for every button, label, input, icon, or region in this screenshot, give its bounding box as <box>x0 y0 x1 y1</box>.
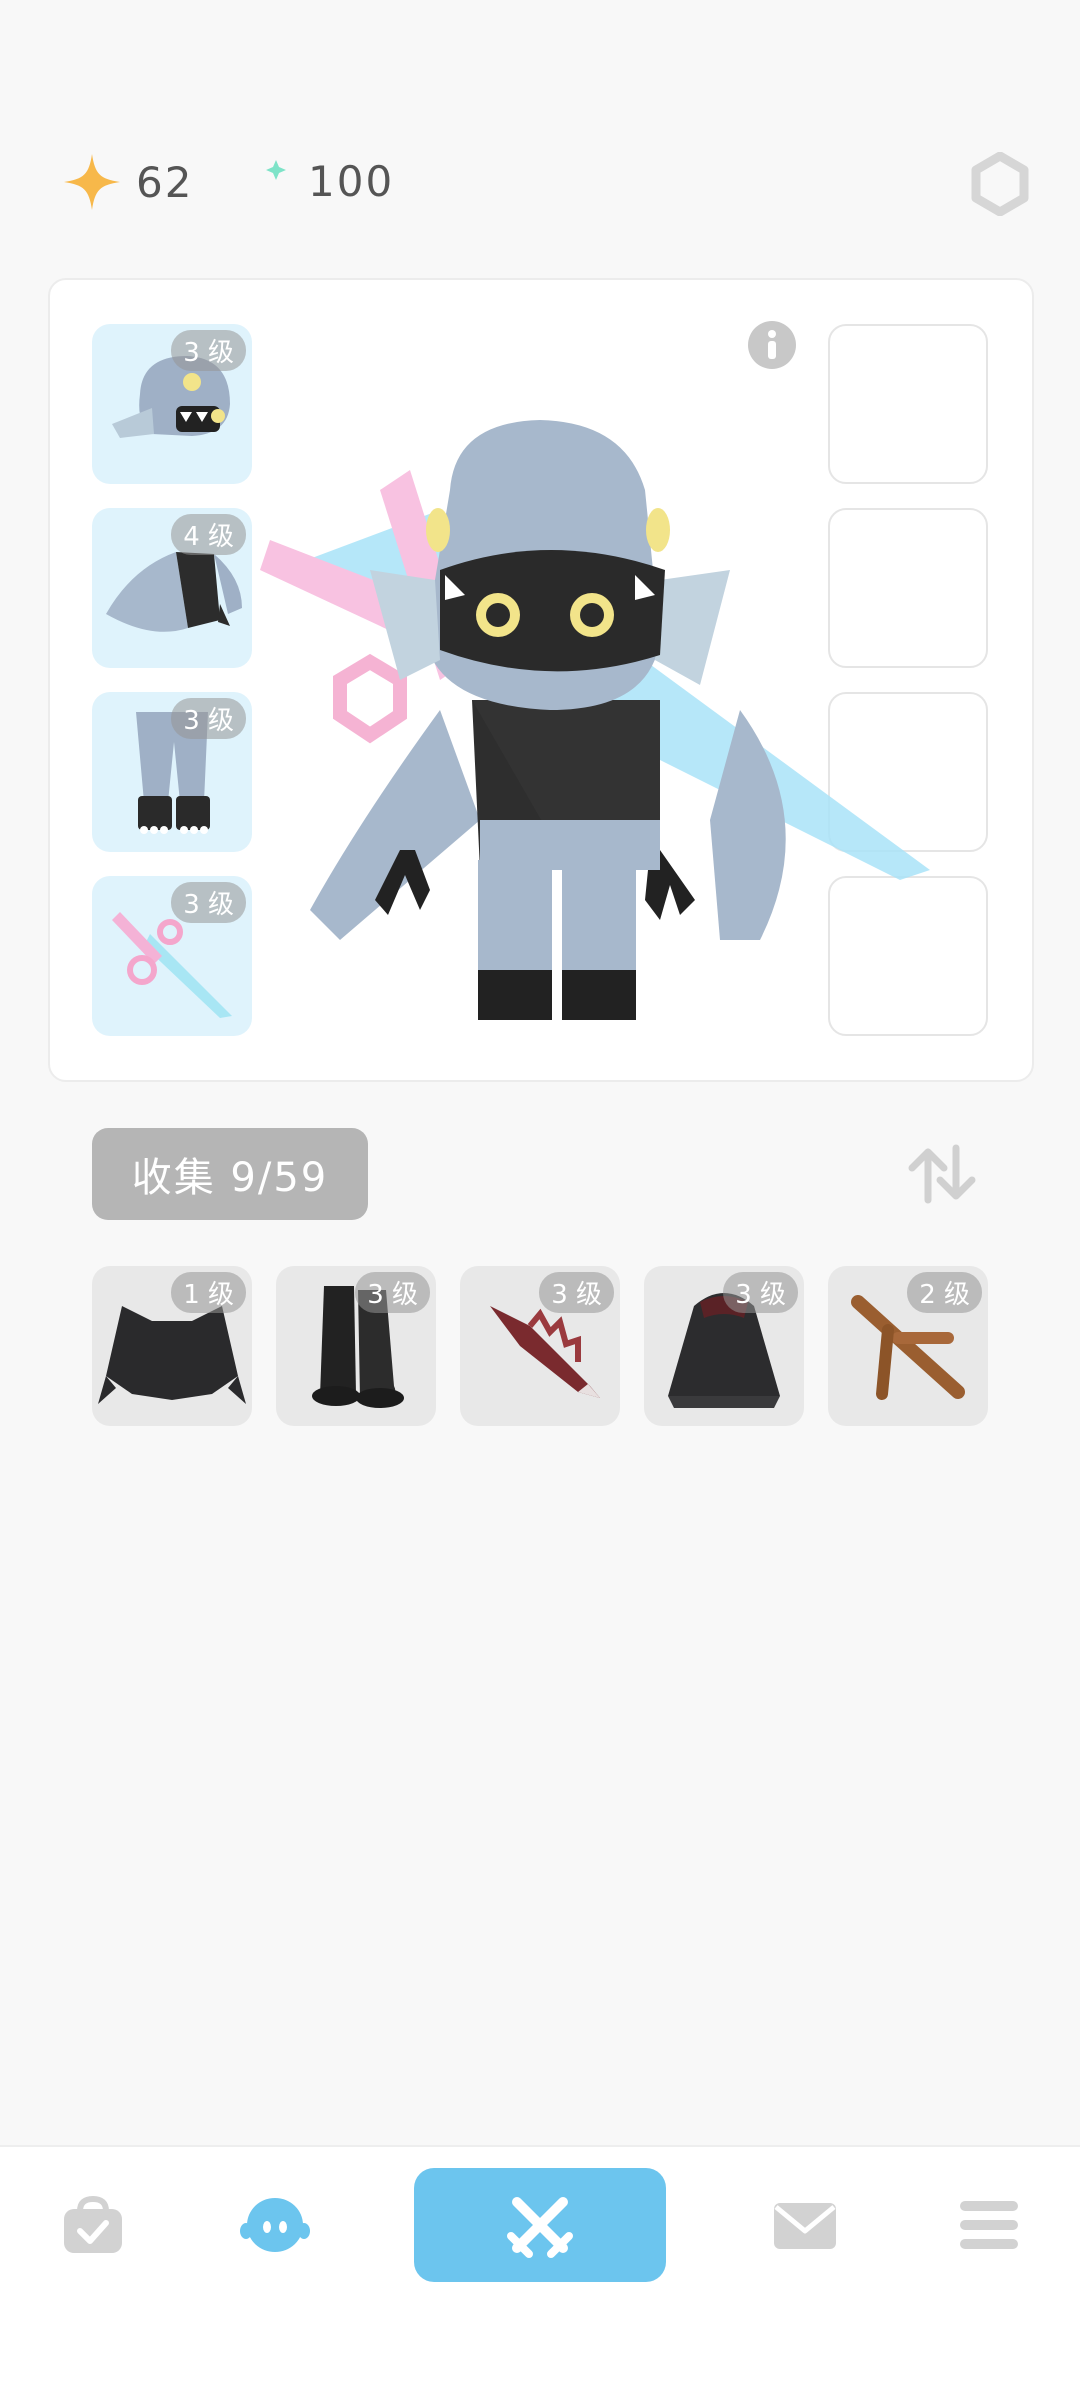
collection-item[interactable]: 3 级 <box>460 1266 620 1426</box>
battle-button[interactable] <box>414 2168 666 2282</box>
slot-level-badge: 4 级 <box>171 514 246 555</box>
info-icon[interactable] <box>747 320 797 370</box>
menu-icon[interactable] <box>954 2195 1024 2255</box>
equip-slot-sword[interactable]: 3 级 <box>92 876 252 1036</box>
item-level-badge: 3 级 <box>355 1272 430 1313</box>
collection-button[interactable]: 收集 9/59 <box>92 1128 368 1220</box>
battle-swords-icon <box>507 2197 573 2258</box>
character-icon[interactable] <box>240 2195 310 2255</box>
moon-icon <box>242 156 286 206</box>
collection-item[interactable]: 3 级 <box>644 1266 804 1426</box>
item-level-badge: 1 级 <box>171 1272 246 1313</box>
moon-count: 100 <box>308 156 395 206</box>
collection-item[interactable]: 3 级 <box>276 1266 436 1426</box>
item-level-badge: 3 级 <box>539 1272 614 1313</box>
shop-bag-icon[interactable] <box>58 2195 128 2255</box>
slot-level-badge: 3 级 <box>171 882 246 923</box>
equip-slot-pants[interactable]: 3 级 <box>92 692 252 852</box>
mail-icon[interactable] <box>770 2195 840 2255</box>
item-level-badge: 2 级 <box>907 1272 982 1313</box>
star-currency: 62 <box>62 152 193 212</box>
character-preview[interactable] <box>240 400 960 1040</box>
equip-slot-helmet[interactable]: 3 级 <box>92 324 252 484</box>
sort-icon[interactable] <box>906 1144 978 1204</box>
star-icon <box>64 154 120 210</box>
slot-level-badge: 3 级 <box>171 698 246 739</box>
slot-level-badge: 3 级 <box>171 330 246 371</box>
collection-item[interactable]: 1 级 <box>92 1266 252 1426</box>
settings-hexagon-icon[interactable] <box>968 152 1032 216</box>
collection-item[interactable]: 2 级 <box>828 1266 988 1426</box>
item-level-badge: 3 级 <box>723 1272 798 1313</box>
star-count: 62 <box>136 157 194 207</box>
equip-slot-armor[interactable]: 4 级 <box>92 508 252 668</box>
moon-currency: 100 <box>236 152 394 210</box>
